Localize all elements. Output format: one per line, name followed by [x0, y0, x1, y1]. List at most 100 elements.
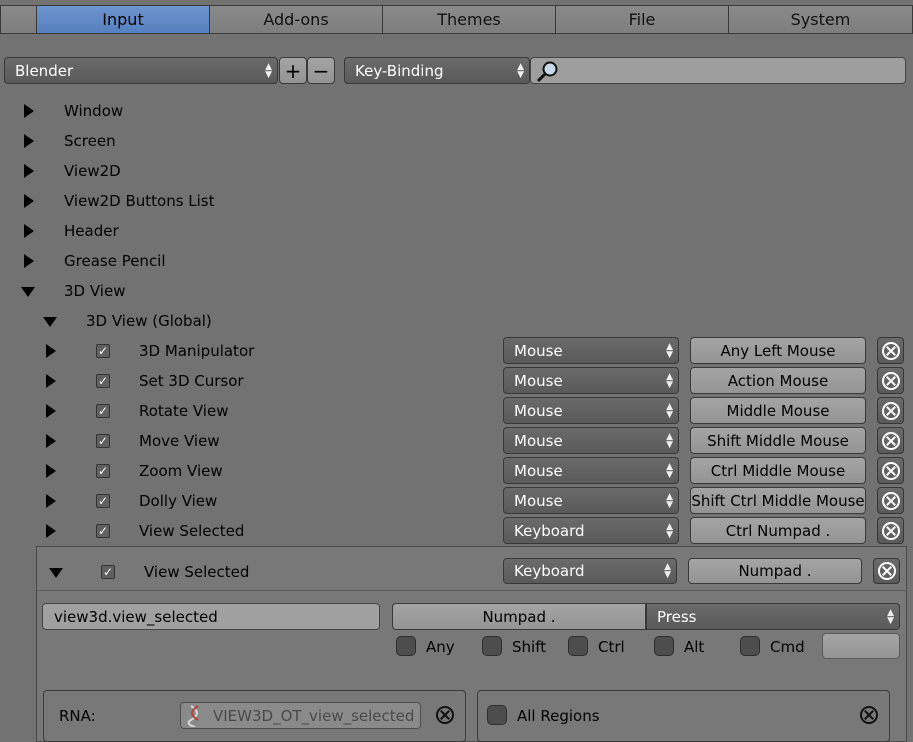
close-icon — [881, 491, 900, 510]
remove-keymap-button[interactable] — [877, 487, 904, 514]
keymap-expand-toggle[interactable] — [46, 404, 56, 418]
event-value-label: Press — [657, 607, 697, 626]
preset-dropdown[interactable]: Blender ▲ ▼ — [4, 57, 278, 84]
remove-keymap-button[interactable] — [877, 367, 904, 394]
tree-item-window[interactable] — [24, 104, 34, 118]
keymap-type-dropdown[interactable]: Mouse ▲ ▼ — [503, 457, 679, 484]
keymap-type-dropdown[interactable]: Mouse ▲ ▼ — [503, 427, 679, 454]
keymap-event-button[interactable]: Action Mouse — [690, 367, 866, 394]
filter-mode-label: Key-Binding — [355, 61, 444, 80]
keymap-type-dropdown[interactable]: Mouse ▲ ▼ — [503, 487, 679, 514]
keymap-expand-toggle[interactable] — [46, 344, 56, 358]
remove-keymap-button[interactable] — [877, 427, 904, 454]
all-regions-checkbox[interactable] — [487, 705, 507, 725]
keymap-event-button[interactable]: Ctrl Middle Mouse — [690, 457, 866, 484]
keymap-type-dropdown[interactable]: Mouse ▲ ▼ — [503, 367, 679, 394]
keymap-type-dropdown[interactable]: Keyboard ▲ ▼ — [503, 517, 679, 544]
modifier-cmd-checkbox[interactable] — [740, 636, 760, 656]
close-icon — [881, 401, 900, 420]
tree-item-label: Window — [64, 102, 124, 120]
search-input[interactable] — [530, 57, 906, 84]
expanded-event-button[interactable]: Numpad . — [688, 558, 862, 584]
collapse-arrow-icon — [43, 317, 57, 327]
close-icon — [881, 431, 900, 450]
keymap-type-dropdown[interactable]: Mouse ▲ ▼ — [503, 397, 679, 424]
rna-dna-icon — [187, 704, 199, 727]
updown-arrow-icon: ▲ ▼ — [265, 61, 272, 80]
search-icon — [536, 61, 558, 83]
keymap-type-dropdown[interactable]: Mouse ▲ ▼ — [503, 337, 679, 364]
tab-spacer — [0, 5, 37, 34]
remove-preset-button[interactable]: − — [307, 57, 335, 84]
tree-item-label: 3D View — [64, 282, 126, 300]
tab-system[interactable]: System — [729, 5, 913, 34]
remove-keymap-button[interactable] — [877, 517, 904, 544]
modifier-shift-checkbox[interactable] — [482, 636, 502, 656]
remove-keymap-button[interactable] — [877, 457, 904, 484]
close-icon — [436, 706, 454, 724]
add-preset-button[interactable]: + — [279, 57, 307, 84]
keymap-type-label: Mouse — [514, 401, 563, 420]
updown-arrow-icon: ▲ ▼ — [666, 401, 673, 420]
expand-arrow-icon — [24, 194, 34, 208]
keymap-enabled-checkbox[interactable]: ✓ — [96, 524, 110, 538]
clear-regions-button[interactable] — [860, 706, 878, 724]
tree-item-header[interactable] — [24, 224, 34, 238]
expand-arrow-icon — [24, 104, 34, 118]
keymap-expand-toggle[interactable] — [46, 494, 56, 508]
modifier-alt-checkbox[interactable] — [654, 636, 674, 656]
keymap-item-name: View Selected — [139, 522, 245, 540]
keymap-event-button[interactable]: Middle Mouse — [690, 397, 866, 424]
tree-item-view2d-buttons-list[interactable] — [24, 194, 34, 208]
tree-item-label: View2D — [64, 162, 121, 180]
keymap-expand-toggle[interactable] — [46, 464, 56, 478]
rna-field: VIEW3D_OT_view_selected — [180, 702, 421, 729]
tree-item-label: Header — [64, 222, 119, 240]
keymap-event-button[interactable]: Ctrl Numpad . — [690, 517, 866, 544]
modifier-ctrl-checkbox[interactable] — [568, 636, 588, 656]
operator-field[interactable]: view3d.view_selected — [42, 603, 380, 630]
collapse-item-toggle[interactable] — [49, 568, 63, 578]
modifier-any-checkbox[interactable] — [396, 636, 416, 656]
close-icon — [877, 562, 896, 580]
modifier-label: Cmd — [770, 638, 805, 656]
modifier-label: Alt — [684, 638, 705, 656]
keymap-enabled-checkbox[interactable]: ✓ — [96, 374, 110, 388]
remove-item-button[interactable] — [873, 558, 900, 584]
keymap-enabled-checkbox[interactable]: ✓ — [96, 344, 110, 358]
tree-item-3d-view-global[interactable] — [43, 317, 57, 327]
clear-rna-button[interactable] — [436, 706, 454, 724]
expanded-type-dropdown[interactable]: Keyboard ▲ ▼ — [503, 558, 677, 584]
key-capture-button[interactable]: Numpad . — [392, 603, 646, 630]
keymap-expand-toggle[interactable] — [46, 434, 56, 448]
collapse-arrow-icon — [49, 568, 63, 578]
modifier-label: Shift — [512, 638, 547, 656]
keymap-enabled-checkbox[interactable]: ✓ — [96, 434, 110, 448]
keymap-event-button[interactable]: Any Left Mouse — [690, 337, 866, 364]
tree-item-grease-pencil[interactable] — [24, 254, 34, 268]
key-modifier-field[interactable] — [822, 633, 900, 659]
keymap-expand-toggle[interactable] — [46, 374, 56, 388]
keymap-enabled-checkbox[interactable]: ✓ — [96, 464, 110, 478]
tree-item-view2d[interactable] — [24, 164, 34, 178]
updown-arrow-icon: ▲ ▼ — [666, 461, 673, 480]
event-value-dropdown[interactable]: Press ▲ ▼ — [646, 603, 900, 630]
keymap-event-button[interactable]: Shift Middle Mouse — [690, 427, 866, 454]
remove-keymap-button[interactable] — [877, 397, 904, 424]
tab-file[interactable]: File — [556, 5, 729, 34]
keymap-event-button[interactable]: Shift Ctrl Middle Mouse — [690, 487, 866, 514]
remove-keymap-button[interactable] — [877, 337, 904, 364]
keymap-item-name: Set 3D Cursor — [139, 372, 244, 390]
tab-input[interactable]: Input — [37, 5, 210, 34]
keymap-enabled-checkbox[interactable]: ✓ — [96, 494, 110, 508]
tab-addons[interactable]: Add-ons — [210, 5, 383, 34]
filter-mode-dropdown[interactable]: Key-Binding ▲ ▼ — [344, 57, 530, 84]
tree-item-3d-view[interactable] — [21, 287, 35, 297]
tree-item-label: View2D Buttons List — [64, 192, 215, 210]
keymap-enabled-checkbox[interactable]: ✓ — [96, 404, 110, 418]
item-enabled-checkbox[interactable]: ✓ — [101, 565, 115, 579]
tree-item-screen[interactable] — [24, 134, 34, 148]
keymap-type-label: Mouse — [514, 461, 563, 480]
keymap-expand-toggle[interactable] — [46, 524, 56, 538]
tab-themes[interactable]: Themes — [383, 5, 556, 34]
